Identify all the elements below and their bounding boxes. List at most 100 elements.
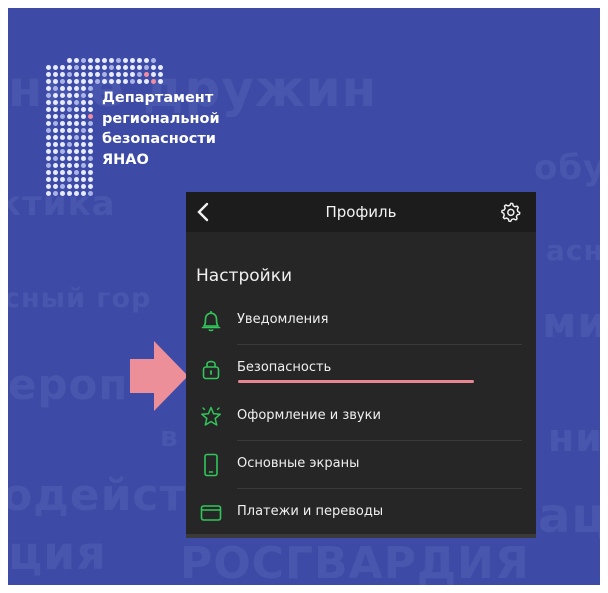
logo-dot: [88, 100, 93, 105]
logo-dot: [60, 114, 65, 119]
logo-dot: [67, 100, 72, 105]
bell-icon: [201, 311, 221, 332]
logo-dot: [74, 58, 79, 63]
logo-dot: [81, 114, 86, 119]
logo-dot: [60, 135, 65, 140]
menu-item-label: Оформление и звуки: [237, 408, 381, 423]
logo-dot: [88, 184, 93, 189]
logo-dot: [46, 107, 51, 112]
logo-dot: [88, 135, 93, 140]
logo-dot: [81, 58, 86, 63]
logo-dot: [46, 191, 51, 196]
logo-dot: [81, 184, 86, 189]
logo-dot: [53, 121, 58, 126]
logo-dot: [53, 149, 58, 154]
logo-dot: [95, 58, 100, 63]
logo-dot: [60, 107, 65, 112]
logo-dot: [67, 128, 72, 133]
logo-dot: [81, 177, 86, 182]
logo-dot: [88, 128, 93, 133]
logo-dot: [81, 100, 86, 105]
page-title: Профиль: [325, 203, 397, 221]
menu-item-security[interactable]: Безопасность: [186, 345, 536, 393]
highlight-underline: [238, 380, 474, 383]
logo-dot: [130, 65, 135, 70]
logo-dot: [81, 79, 86, 84]
logo-dot: [46, 121, 51, 126]
logo-dot: [46, 177, 51, 182]
logo-dot: [88, 170, 93, 175]
logo-dot: [53, 65, 58, 70]
logo-dot: [74, 142, 79, 147]
logo-dot: [60, 79, 65, 84]
logo-dot: [88, 191, 93, 196]
logo-dot: [67, 142, 72, 147]
profile-screen: Профиль Настройки Уведомления Безопаснос…: [186, 192, 536, 538]
logo-dot: [67, 79, 72, 84]
logo-dot: [46, 72, 51, 77]
logo-dot: [123, 72, 128, 77]
menu-item-main-screens[interactable]: Основные экраны: [186, 441, 536, 489]
logo-dot: [60, 149, 65, 154]
logo-text: Департамент региональной безопасности ЯН…: [102, 88, 220, 170]
pointer-arrow-icon: [130, 341, 188, 411]
logo-dot: [81, 191, 86, 196]
logo-dot: [60, 142, 65, 147]
lock-icon: [202, 360, 220, 380]
logo-dot: [46, 79, 51, 84]
logo-dot: [74, 114, 79, 119]
logo-dot: [88, 72, 93, 77]
logo-dot: [88, 65, 93, 70]
logo-dot: [67, 170, 72, 175]
logo-dot: [74, 79, 79, 84]
logo-dot: [46, 128, 51, 133]
menu-item-notifications[interactable]: Уведомления: [186, 297, 536, 345]
logo-dot: [53, 114, 58, 119]
logo-dot: [53, 163, 58, 168]
logo-line: региональной: [102, 110, 220, 127]
logo-dot: [81, 65, 86, 70]
logo-dot: [151, 58, 156, 63]
logo-dot: [46, 114, 51, 119]
logo-dot: [53, 79, 58, 84]
logo-dot: [88, 156, 93, 161]
logo-dot: [81, 163, 86, 168]
logo-dot: [46, 184, 51, 189]
logo-dot: [74, 72, 79, 77]
menu-item-payments[interactable]: Платежи и переводы: [186, 489, 536, 537]
logo-dot: [46, 163, 51, 168]
menu-item-label: Уведомления: [237, 312, 329, 327]
logo-dot: [116, 79, 121, 84]
logo-dot: [74, 170, 79, 175]
logo-dot: [130, 79, 135, 84]
logo-dot: [95, 72, 100, 77]
logo-dot: [53, 135, 58, 140]
logo-dot: [46, 149, 51, 154]
menu-item-appearance[interactable]: Оформление и звуки: [186, 393, 536, 441]
logo-dot: [109, 72, 114, 77]
logo-dot: [137, 72, 142, 77]
logo-dot: [74, 86, 79, 91]
logo-dot: [67, 163, 72, 168]
logo-dot: [67, 149, 72, 154]
logo-dot: [67, 177, 72, 182]
logo-dot: [123, 79, 128, 84]
logo-dot: [53, 177, 58, 182]
logo-dot: [74, 149, 79, 154]
logo-dot: [67, 121, 72, 126]
logo-dot: [81, 128, 86, 133]
logo-dot: [81, 121, 86, 126]
logo-dot: [67, 135, 72, 140]
logo-dot: [88, 114, 93, 119]
logo-line: безопасности: [102, 131, 216, 147]
logo-dot: [137, 79, 142, 84]
logo-dot: [53, 142, 58, 147]
logo-dot: [144, 79, 149, 84]
gear-icon[interactable]: [500, 201, 522, 223]
bg-word: ац: [538, 488, 600, 544]
logo-dot: [67, 93, 72, 98]
logo-line: Департамент: [102, 90, 214, 106]
logo-dot: [60, 86, 65, 91]
logo-dot: [60, 65, 65, 70]
logo-dot: [88, 177, 93, 182]
